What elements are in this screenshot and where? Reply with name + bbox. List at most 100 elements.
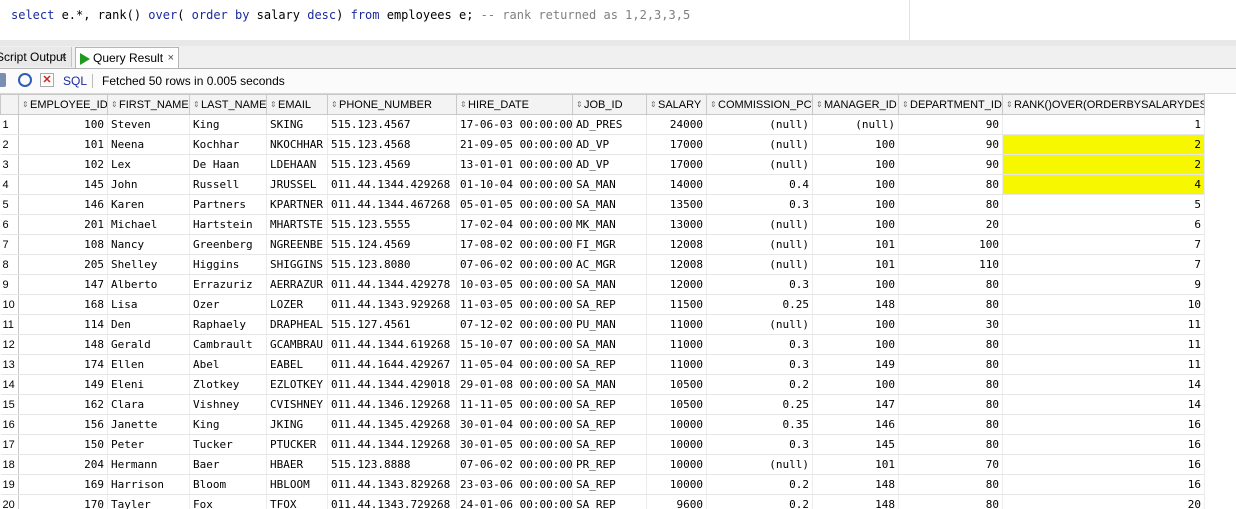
table-cell[interactable]: 10-03-05 00:00:00: [456, 274, 573, 295]
table-cell[interactable]: Gerald: [107, 334, 190, 355]
table-cell[interactable]: 011.44.1345.429268: [327, 414, 457, 435]
column-header-job-id[interactable]: ⇕JOB_ID: [572, 94, 647, 115]
table-cell[interactable]: 80: [898, 494, 1003, 509]
table-cell[interactable]: 011.44.1344.429268: [327, 174, 457, 195]
table-cell[interactable]: 80: [898, 274, 1003, 295]
sql-editor[interactable]: select e.*, rank() over( order by salary…: [0, 0, 1236, 41]
table-cell[interactable]: (null): [812, 114, 899, 135]
table-row[interactable]: 4 145 John Russell JRUSSEL 011.44.1344.429268…: [0, 174, 1205, 195]
table-cell[interactable]: 10500: [646, 394, 707, 415]
table-cell[interactable]: 80: [898, 474, 1003, 495]
table-cell[interactable]: Hartstein: [189, 214, 267, 235]
table-cell[interactable]: 011.44.1343.829268: [327, 474, 457, 495]
table-cell[interactable]: 21-09-05 00:00:00: [456, 134, 573, 155]
sort-icon[interactable]: ⇕: [710, 100, 717, 109]
table-cell[interactable]: Abel: [189, 354, 267, 375]
row-number[interactable]: 8: [0, 254, 19, 275]
table-cell[interactable]: 145: [18, 174, 108, 195]
close-icon[interactable]: ×: [61, 47, 67, 67]
row-number[interactable]: 9: [0, 274, 19, 295]
table-cell[interactable]: Shelley: [107, 254, 190, 275]
table-cell[interactable]: 80: [898, 434, 1003, 455]
table-cell[interactable]: 100: [812, 154, 899, 175]
table-cell[interactable]: JKING: [266, 414, 328, 435]
table-row[interactable]: 16 156 Janette King JKING 011.44.1345.429268 3…: [0, 414, 1205, 435]
table-cell[interactable]: TFOX: [266, 494, 328, 509]
table-cell[interactable]: PTUCKER: [266, 434, 328, 455]
table-cell[interactable]: Tayler: [107, 494, 190, 509]
table-row[interactable]: 11 114 Den Raphaely DRAPHEAL 515.127.4561 07-1…: [0, 314, 1205, 335]
table-cell[interactable]: 174: [18, 354, 108, 375]
table-cell[interactable]: 011.44.1343.929268: [327, 294, 457, 315]
table-cell[interactable]: 204: [18, 454, 108, 475]
table-cell[interactable]: AD_VP: [572, 134, 647, 155]
table-cell[interactable]: SA_REP: [572, 394, 647, 415]
column-header-rank-over-orderbysalarydesc-[interactable]: ⇕RANK()OVER(ORDERBYSALARYDESC): [1002, 94, 1205, 115]
row-number[interactable]: 4: [0, 174, 19, 195]
table-cell[interactable]: 147: [18, 274, 108, 295]
table-cell[interactable]: 11000: [646, 334, 707, 355]
table-cell[interactable]: 10000: [646, 434, 707, 455]
table-cell[interactable]: Nancy: [107, 234, 190, 255]
table-cell[interactable]: Harrison: [107, 474, 190, 495]
table-cell[interactable]: 70: [898, 454, 1003, 475]
table-cell[interactable]: 1: [1002, 114, 1205, 135]
table-cell[interactable]: (null): [706, 154, 813, 175]
table-cell[interactable]: 100: [812, 134, 899, 155]
sort-icon[interactable]: ⇕: [111, 100, 118, 109]
table-cell[interactable]: 011.44.1346.129268: [327, 394, 457, 415]
row-number[interactable]: 13: [0, 354, 19, 375]
table-cell[interactable]: 515.124.4569: [327, 234, 457, 255]
table-cell[interactable]: 17-02-04 00:00:00: [456, 214, 573, 235]
table-cell[interactable]: 149: [18, 374, 108, 395]
row-number[interactable]: 18: [0, 454, 19, 475]
tab-script-output[interactable]: Script Output ×: [0, 47, 72, 67]
row-number[interactable]: 3: [0, 154, 19, 175]
tab-query-result[interactable]: Query Result ×: [75, 47, 179, 68]
table-cell[interactable]: AD_VP: [572, 154, 647, 175]
table-cell[interactable]: 0.2: [706, 474, 813, 495]
table-cell[interactable]: SA_REP: [572, 434, 647, 455]
table-cell[interactable]: 11-11-05 00:00:00: [456, 394, 573, 415]
table-cell[interactable]: LOZER: [266, 294, 328, 315]
table-cell[interactable]: 011.44.1344.429018: [327, 374, 457, 395]
table-cell[interactable]: Ozer: [189, 294, 267, 315]
table-cell[interactable]: 20: [1002, 494, 1205, 509]
table-cell[interactable]: 515.123.4568: [327, 134, 457, 155]
table-cell[interactable]: 23-03-06 00:00:00: [456, 474, 573, 495]
table-cell[interactable]: NKOCHHAR: [266, 134, 328, 155]
sort-icon[interactable]: ⇕: [193, 100, 200, 109]
table-cell[interactable]: SA_REP: [572, 494, 647, 509]
table-cell[interactable]: 0.25: [706, 394, 813, 415]
sort-icon[interactable]: ⇕: [576, 100, 583, 109]
table-cell[interactable]: 100: [812, 314, 899, 335]
table-cell[interactable]: GCAMBRAU: [266, 334, 328, 355]
row-number[interactable]: 14: [0, 374, 19, 395]
table-cell[interactable]: 07-06-02 00:00:00: [456, 254, 573, 275]
table-cell[interactable]: LDEHAAN: [266, 154, 328, 175]
table-cell[interactable]: 07-06-02 00:00:00: [456, 454, 573, 475]
table-row[interactable]: 20 170 Tayler Fox TFOX 011.44.1343.729268 24-0…: [0, 494, 1205, 509]
table-cell[interactable]: (null): [706, 214, 813, 235]
table-cell[interactable]: 17000: [646, 154, 707, 175]
row-number[interactable]: 20: [0, 494, 19, 509]
table-cell[interactable]: 80: [898, 174, 1003, 195]
table-cell[interactable]: 11-03-05 00:00:00: [456, 294, 573, 315]
table-cell[interactable]: 108: [18, 234, 108, 255]
table-cell[interactable]: SA_REP: [572, 294, 647, 315]
table-row[interactable]: 2 101 Neena Kochhar NKOCHHAR 515.123.4568 21-0…: [0, 134, 1205, 155]
table-cell[interactable]: Lisa: [107, 294, 190, 315]
table-cell[interactable]: 114: [18, 314, 108, 335]
row-number[interactable]: 16: [0, 414, 19, 435]
table-cell[interactable]: 100: [812, 374, 899, 395]
table-cell[interactable]: JRUSSEL: [266, 174, 328, 195]
table-cell[interactable]: 7: [1002, 234, 1205, 255]
table-cell[interactable]: 16: [1002, 474, 1205, 495]
table-cell[interactable]: 14: [1002, 394, 1205, 415]
table-row[interactable]: 17 150 Peter Tucker PTUCKER 011.44.1344.12926…: [0, 434, 1205, 455]
table-cell[interactable]: 0.3: [706, 354, 813, 375]
result-grid[interactable]: ⇕EMPLOYEE_ID ⇕FIRST_NAME ⇕LAST_NAME ⇕EMAIL ⇕…: [0, 94, 1236, 509]
table-cell[interactable]: 515.127.4561: [327, 314, 457, 335]
table-cell[interactable]: SA_MAN: [572, 374, 647, 395]
table-cell[interactable]: 0.35: [706, 414, 813, 435]
